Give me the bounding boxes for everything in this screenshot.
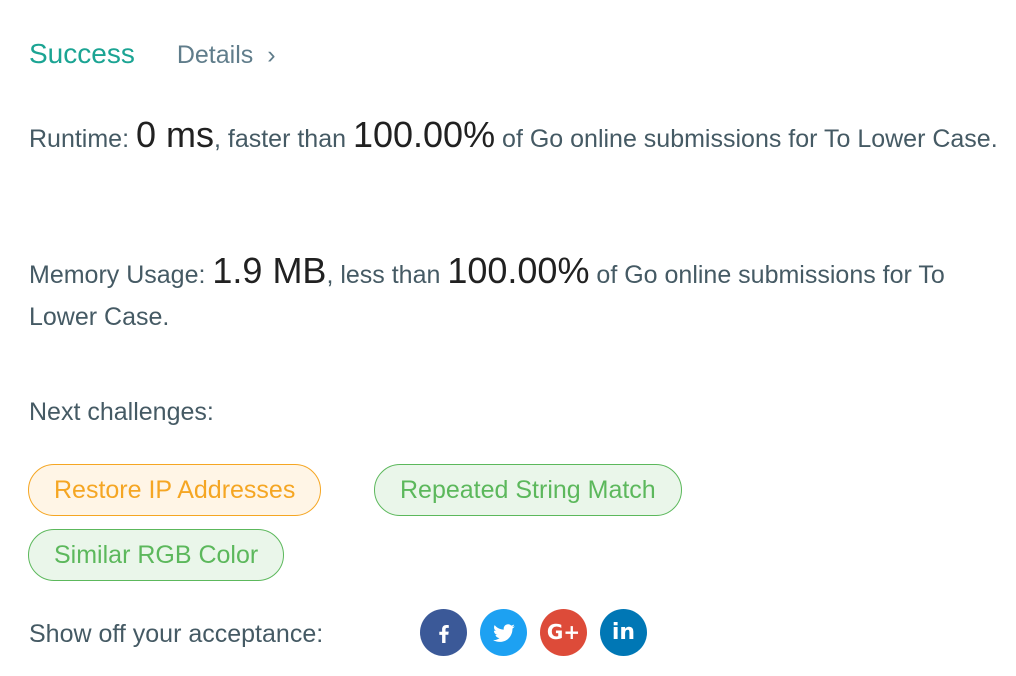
challenge-restore-ip-addresses[interactable]: Restore IP Addresses [28, 464, 322, 516]
runtime-label: Runtime: [29, 125, 136, 153]
runtime-percent: 100.00% [352, 114, 496, 155]
status-success: Success [29, 38, 135, 69]
next-challenges-label: Next challenges: [29, 398, 214, 426]
facebook-icon [438, 624, 449, 643]
memory-summary: Memory Usage: 1.9 MB, less than 100.00% … [29, 250, 1009, 338]
google-plus-icon: G+ [546, 620, 581, 644]
runtime-value: 0 ms [135, 114, 214, 155]
linkedin-icon: in [611, 620, 636, 645]
details-label: Details [176, 41, 254, 69]
memory-label: Memory Usage: [29, 261, 213, 289]
facebook-share-button[interactable] [420, 609, 467, 656]
challenge-repeated-string-match[interactable]: Repeated String Match [374, 464, 682, 516]
share-label: Show off your acceptance: [29, 620, 324, 648]
google-plus-share-button[interactable]: G+ [540, 609, 587, 656]
result-header: Success Details › [29, 34, 276, 75]
memory-mid: , less than [326, 261, 448, 289]
runtime-summary: Runtime: 0 ms, faster than 100.00% of Go… [29, 114, 1009, 160]
challenge-similar-rgb-color[interactable]: Similar RGB Color [28, 529, 285, 581]
chevron-right-icon: › [267, 41, 276, 69]
memory-value: 1.9 MB [212, 250, 327, 291]
memory-percent: 100.00% [447, 250, 590, 291]
twitter-icon [492, 623, 515, 642]
details-link[interactable]: Details › [177, 35, 276, 75]
runtime-mid: , faster than [214, 125, 353, 153]
runtime-suffix: of Go online submissions for To Lower Ca… [495, 125, 998, 153]
linkedin-share-button[interactable]: in [600, 609, 647, 656]
twitter-share-button[interactable] [480, 609, 527, 656]
